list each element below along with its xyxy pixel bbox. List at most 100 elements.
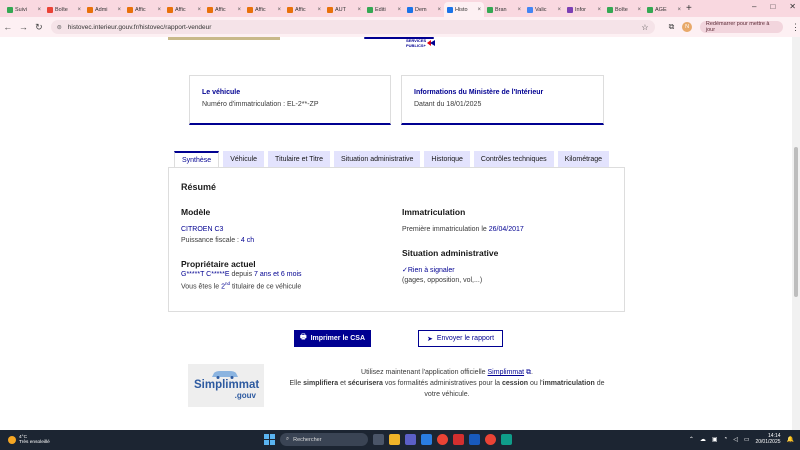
- edge-icon[interactable]: [421, 434, 432, 445]
- clock[interactable]: 14:14 20/01/2025: [755, 433, 780, 445]
- battery-icon[interactable]: ▭: [744, 436, 750, 443]
- notifications-icon[interactable]: 🔔: [787, 436, 794, 443]
- tab-close-icon[interactable]: ×: [117, 7, 121, 13]
- browser-tab[interactable]: Dem ×: [404, 2, 444, 17]
- browser-tab[interactable]: Infor ×: [564, 2, 604, 17]
- tab-vehicule[interactable]: Véhicule: [223, 151, 265, 167]
- model-name: CITROEN C3: [181, 226, 224, 233]
- tab-close-icon[interactable]: ×: [597, 7, 601, 13]
- tab-close-icon[interactable]: ×: [157, 7, 161, 13]
- tab-historique[interactable]: Historique: [424, 151, 470, 167]
- tab-title: Editi: [375, 6, 386, 13]
- tab-close-icon[interactable]: ×: [677, 7, 681, 13]
- tab-close-icon[interactable]: ×: [477, 7, 481, 13]
- taskbar-search[interactable]: ⌕ Rechercher: [280, 433, 368, 446]
- browser-tab[interactable]: Affic ×: [284, 2, 324, 17]
- first-registration: Première immatriculation le 26/04/2017: [402, 226, 524, 233]
- browser-tab[interactable]: Valic ×: [524, 2, 564, 17]
- windows-start-icon[interactable]: [264, 434, 275, 445]
- profile-avatar[interactable]: N: [682, 22, 692, 32]
- tab-favicon-icon: [87, 6, 93, 13]
- tab-close-icon[interactable]: ×: [437, 7, 441, 13]
- browser-tab[interactable]: Affic ×: [244, 2, 284, 17]
- proprietaire-heading: Propriétaire actuel: [181, 259, 256, 269]
- scrollbar-thumb[interactable]: [794, 147, 798, 297]
- browser-tab[interactable]: Suivi ×: [4, 2, 44, 17]
- tab-close-icon[interactable]: ×: [317, 7, 321, 13]
- tray-chevron-icon[interactable]: ⌃: [689, 436, 694, 443]
- browser-tab[interactable]: Boîte ×: [44, 2, 84, 17]
- menu-icon[interactable]: ⋮: [791, 22, 800, 33]
- new-tab-button[interactable]: +: [686, 3, 692, 14]
- modele-heading: Modèle: [181, 207, 211, 217]
- browser-tab[interactable]: Affic ×: [124, 2, 164, 17]
- maximize-icon[interactable]: □: [770, 2, 775, 11]
- vehicle-card-title: Le véhicule: [202, 89, 241, 96]
- extensions-icon[interactable]: ⧉: [669, 22, 675, 32]
- browser-tab[interactable]: Admi ×: [84, 2, 124, 17]
- reload-icon[interactable]: ↻: [31, 22, 47, 33]
- close-window-icon[interactable]: ✕: [789, 2, 796, 11]
- tab-situation-administrative[interactable]: Situation administrative: [334, 151, 421, 167]
- tab-title: Affic: [135, 6, 146, 13]
- tab-synthese[interactable]: Synthèse: [174, 151, 220, 168]
- simplimmat-link[interactable]: Simplimmat: [488, 369, 525, 376]
- tab-title: Valic: [535, 6, 547, 13]
- vehicle-card-text: Numéro d'immatriculation : EL-2**-ZP: [202, 101, 319, 108]
- weather-widget[interactable]: 4°C Très ensoleillé: [0, 435, 120, 446]
- chrome-active-icon[interactable]: [485, 434, 496, 445]
- browser-tab[interactable]: AGE ×: [644, 2, 684, 17]
- minimize-icon[interactable]: –: [752, 2, 756, 11]
- tab-close-icon[interactable]: ×: [277, 7, 281, 13]
- chrome-icon[interactable]: [437, 434, 448, 445]
- browser-tab[interactable]: Histo ×: [444, 2, 484, 17]
- word-icon[interactable]: [469, 434, 480, 445]
- page-scrollbar[interactable]: [792, 37, 800, 430]
- browser-tab[interactable]: Boîte ×: [604, 2, 644, 17]
- send-report-button[interactable]: ➤ Envoyer le rapport: [418, 330, 503, 347]
- speaker-icon[interactable]: ◁: [733, 436, 738, 443]
- teams-icon[interactable]: [405, 434, 416, 445]
- acrobat-icon[interactable]: [453, 434, 464, 445]
- tab-close-icon[interactable]: ×: [197, 7, 201, 13]
- browser-tab[interactable]: Editi ×: [364, 2, 404, 17]
- tab-close-icon[interactable]: ×: [517, 7, 521, 13]
- print-csa-button[interactable]: 🖶 Imprimer le CSA: [294, 330, 371, 347]
- wifi-icon[interactable]: ◔: [724, 436, 728, 442]
- resume-title: Résumé: [181, 182, 217, 192]
- site-info-icon[interactable]: ⊜: [57, 24, 62, 31]
- bookmark-star-icon[interactable]: ☆: [641, 23, 648, 32]
- tab-close-icon[interactable]: ×: [77, 7, 81, 13]
- address-bar[interactable]: ⊜ histovec.interieur.gouv.fr/histovec/ra…: [50, 20, 655, 34]
- tab-close-icon[interactable]: ×: [357, 7, 361, 13]
- simplimmat-promo: Utilisez maintenant l'application offici…: [282, 367, 612, 400]
- file-explorer-icon[interactable]: [389, 434, 400, 445]
- situation-heading: Situation administrative: [402, 248, 499, 258]
- tab-kilometrage[interactable]: Kilométrage: [557, 151, 610, 167]
- weather-text: Très ensoleillé: [19, 440, 50, 445]
- browser-tab[interactable]: Affic ×: [164, 2, 204, 17]
- tab-close-icon[interactable]: ×: [637, 7, 641, 13]
- tab-close-icon[interactable]: ×: [557, 7, 561, 13]
- skype-icon[interactable]: [501, 434, 512, 445]
- forward-icon[interactable]: →: [16, 22, 32, 32]
- tab-close-icon[interactable]: ×: [37, 7, 41, 13]
- back-icon[interactable]: ←: [0, 22, 16, 32]
- tab-favicon-icon: [367, 6, 373, 13]
- simplimmat-logo[interactable]: Simplimmat .gouv: [188, 364, 264, 407]
- browser-tab[interactable]: AUT ×: [324, 2, 364, 17]
- send-icon: ➤: [426, 335, 433, 343]
- browser-tab[interactable]: Bran ×: [484, 2, 524, 17]
- tab-titulaire[interactable]: Titulaire et Titre: [268, 151, 331, 167]
- browser-tab[interactable]: Affic ×: [204, 2, 244, 17]
- restart-update-button[interactable]: Redémarrer pour mettre à jour: [699, 21, 784, 33]
- search-icon: ⌕: [286, 436, 290, 442]
- owner-line: G*****T C*****E depuis 7 ans et 6 mois: [181, 271, 302, 278]
- promo-line-2: Elle simplifiera et sécurisera vos forma…: [289, 380, 605, 387]
- tab-controles-techniques[interactable]: Contrôles techniques: [473, 151, 554, 167]
- task-view-icon[interactable]: [373, 434, 384, 445]
- tab-close-icon[interactable]: ×: [237, 7, 241, 13]
- cloud-icon[interactable]: ☁: [700, 436, 706, 443]
- camera-icon[interactable]: ▣: [712, 436, 718, 443]
- tab-close-icon[interactable]: ×: [397, 7, 401, 13]
